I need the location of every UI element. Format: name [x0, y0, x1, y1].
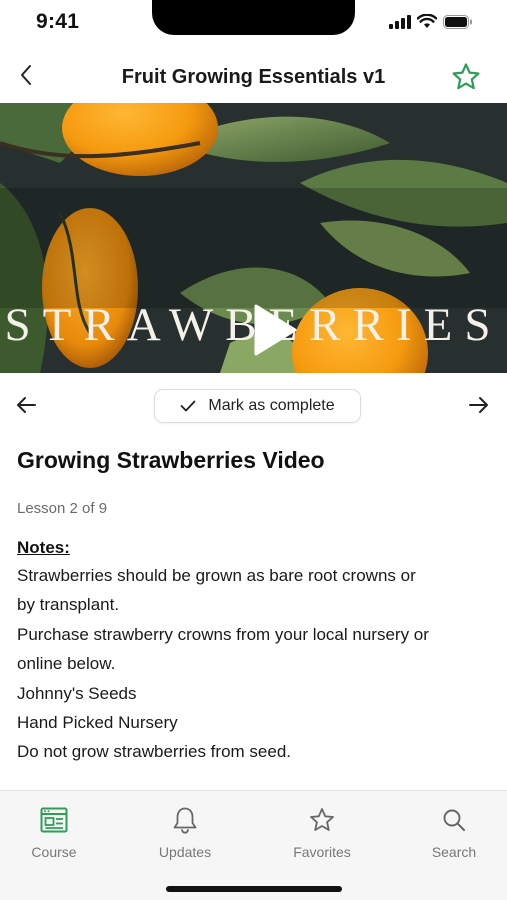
note-line-hand-picked-nursery: Hand Picked Nursery — [17, 713, 178, 733]
checkmark-icon — [180, 400, 196, 412]
note-line-johnnys-seeds: Johnny's Seeds — [17, 683, 137, 703]
notes-heading: Notes: — [17, 538, 70, 557]
course-icon — [40, 807, 68, 833]
note-line: Do not grow strawberries from seed. — [17, 742, 291, 762]
battery-icon — [443, 14, 472, 29]
device-notch — [152, 0, 355, 35]
cellular-signal-icon — [389, 14, 411, 29]
tab-bar: Course Updates Favorites Search — [0, 790, 507, 900]
tab-label: Favorites — [293, 844, 351, 860]
tab-updates[interactable]: Updates — [135, 805, 235, 860]
note-line: Purchase strawberry crowns from your loc… — [17, 624, 429, 644]
mark-complete-button[interactable]: Mark as complete — [154, 389, 361, 423]
tab-course[interactable]: Course — [4, 805, 104, 860]
star-outline-icon — [452, 63, 480, 90]
note-line: Strawberries should be grown as bare roo… — [17, 566, 416, 585]
tab-search[interactable]: Search — [404, 805, 504, 860]
navigation-bar: Fruit Growing Essentials v1 — [0, 56, 507, 102]
lesson-navigation: Mark as complete — [0, 388, 507, 424]
tab-favorites[interactable]: Favorites — [272, 805, 372, 860]
lesson-title: Growing Strawberries Video — [17, 447, 325, 473]
search-icon — [443, 809, 465, 831]
status-bar: 9:41 — [0, 0, 507, 48]
favorite-button[interactable] — [451, 62, 481, 92]
page-title: Fruit Growing Essentials v1 — [121, 66, 386, 88]
note-line: by transplant. — [17, 595, 120, 615]
status-icons — [389, 14, 473, 29]
home-indicator — [166, 886, 342, 892]
arrow-left-icon[interactable] — [14, 392, 40, 418]
play-icon[interactable] — [252, 303, 298, 357]
star-icon — [310, 808, 334, 831]
lesson-progress: Lesson 2 of 9 — [17, 500, 108, 517]
note-line: online below. — [17, 654, 116, 674]
wifi-icon — [417, 14, 437, 28]
tab-label: Course — [31, 844, 77, 860]
bell-icon — [173, 807, 197, 834]
tab-label: Updates — [158, 844, 212, 860]
arrow-right-icon[interactable] — [465, 392, 491, 418]
lesson-content: Growing Strawberries Video Lesson 2 of 9… — [17, 445, 492, 767]
tab-label: Search — [431, 844, 477, 860]
video-player[interactable]: STRAWBERRIES — [0, 103, 507, 373]
mark-complete-label: Mark as complete — [208, 397, 335, 414]
status-time: 9:41 — [36, 10, 80, 33]
